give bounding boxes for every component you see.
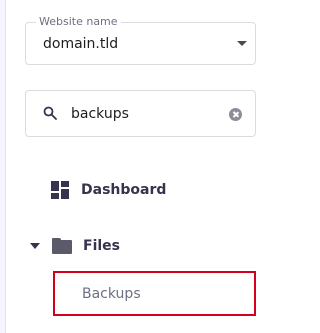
search-icon: [43, 106, 57, 120]
search-box[interactable]: [25, 90, 256, 137]
sidebar-edge: [0, 0, 6, 333]
sidebar-subitem-backups[interactable]: Backups: [53, 271, 256, 316]
website-name-value: domain.tld: [43, 36, 119, 52]
sidebar-item-files[interactable]: Files: [30, 236, 120, 256]
clear-icon[interactable]: [229, 108, 242, 121]
website-name-select[interactable]: Website name domain.tld: [25, 15, 256, 65]
sidebar-item-label: Dashboard: [81, 182, 167, 198]
website-name-label: Website name: [36, 15, 121, 29]
sidebar-subitem-label: Backups: [82, 286, 141, 302]
sidebar-item-label: Files: [83, 238, 120, 254]
chevron-down-icon: [237, 41, 247, 46]
dashboard-icon: [51, 181, 69, 199]
folder-icon: [52, 238, 72, 254]
sidebar-item-dashboard[interactable]: Dashboard: [51, 180, 166, 200]
search-input[interactable]: [71, 103, 221, 125]
expand-caret-icon[interactable]: [30, 243, 40, 249]
